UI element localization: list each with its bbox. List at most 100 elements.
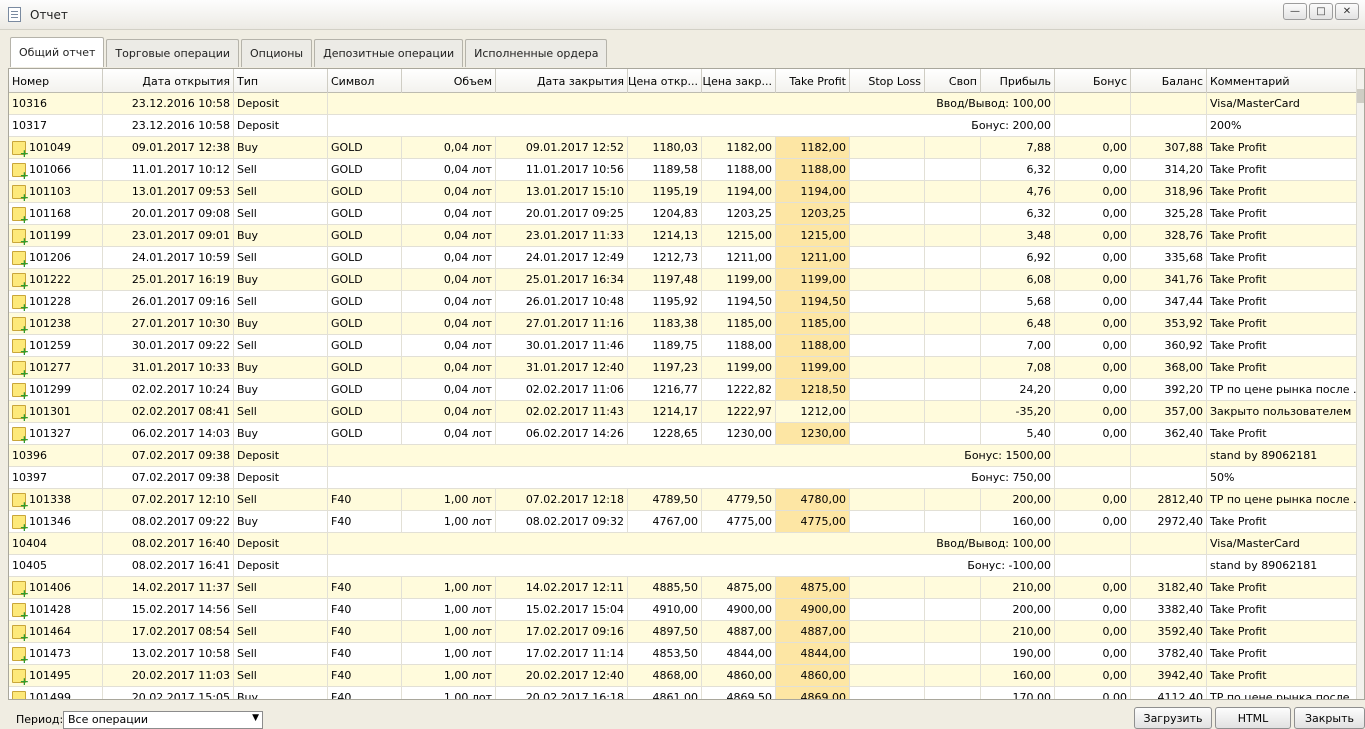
cell-comment: Take Profit [1207, 357, 1358, 378]
col-close-price-header[interactable]: Цена закр... [702, 69, 776, 93]
cell-take-profit: 1188,00 [776, 335, 850, 356]
cell-stop-loss [850, 511, 925, 532]
cell-profit: 4,76 [981, 181, 1055, 202]
col-profit-header[interactable]: Прибыль [981, 69, 1055, 93]
table-row[interactable]: 101327 06.02.2017 14:03BuyGOLD0,04 лот06.… [9, 423, 1358, 445]
cell-balance: 3782,40 [1131, 643, 1207, 664]
col-balance-header[interactable]: Баланс [1131, 69, 1207, 93]
table-row[interactable]: 101464 17.02.2017 08:54SellF401,00 лот17.… [9, 621, 1358, 643]
cell-balance: 392,20 [1131, 379, 1207, 400]
table-row[interactable]: 10396 07.02.2017 09:38 Deposit Бонус: 1500,… [9, 445, 1358, 467]
cell-open-date: 08.02.2017 09:22 [103, 511, 234, 532]
col-take-profit-header[interactable]: Take Profit [776, 69, 850, 93]
cell-stop-loss [850, 335, 925, 356]
order-icon [12, 668, 29, 686]
table-row[interactable]: 101228 26.01.2017 09:16SellGOLD0,04 лот26… [9, 291, 1358, 313]
row-id: 101495 [29, 669, 71, 682]
table-row[interactable]: 101499 20.02.2017 15:05BuyF401,00 лот20.0… [9, 687, 1358, 699]
cell-balance [1131, 93, 1207, 114]
cell-number: 10317 [9, 115, 103, 136]
close-window-button[interactable]: ✕ [1335, 3, 1359, 20]
cell-type: Buy [234, 269, 328, 290]
cell-stop-loss [850, 599, 925, 620]
table-row[interactable]: 101206 24.01.2017 10:59SellGOLD0,04 лот24… [9, 247, 1358, 269]
cell-comment: Take Profit [1207, 511, 1358, 532]
cell-balance: 325,28 [1131, 203, 1207, 224]
col-open-price-header[interactable]: Цена откр... [628, 69, 702, 93]
cell-take-profit: 1218,50 [776, 379, 850, 400]
row-id: 10404 [12, 537, 47, 550]
col-stop-loss-header[interactable]: Stop Loss [850, 69, 925, 93]
table-row[interactable]: 10316 23.12.2016 10:58 Deposit Ввод/Вывод: … [9, 93, 1358, 115]
col-comment-header[interactable]: Комментарий [1207, 69, 1358, 93]
order-icon [12, 360, 29, 378]
cell-symbol: GOLD [328, 313, 402, 334]
cell-balance: 360,92 [1131, 335, 1207, 356]
table-row[interactable]: 101428 15.02.2017 14:56SellF401,00 лот15.… [9, 599, 1358, 621]
cell-balance [1131, 533, 1207, 554]
table-row[interactable]: 101259 30.01.2017 09:22SellGOLD0,04 лот30… [9, 335, 1358, 357]
table-row[interactable]: 101238 27.01.2017 10:30BuyGOLD0,04 лот27.… [9, 313, 1358, 335]
cell-open-price: 1195,19 [628, 181, 702, 202]
cell-balance: 3182,40 [1131, 577, 1207, 598]
cell-type: Sell [234, 335, 328, 356]
cell-close-price: 1194,00 [702, 181, 776, 202]
tab-bar: Общий отчет Торговые операции Опционы Депоз… [10, 37, 608, 67]
tab-options[interactable]: Опционы [241, 39, 313, 67]
table-row[interactable]: 10397 07.02.2017 09:38 Deposit Бонус: 750,0… [9, 467, 1358, 489]
col-type-header[interactable]: Тип [234, 69, 328, 93]
table-row[interactable]: 101103 13.01.2017 09:53SellGOLD0,04 лот13… [9, 181, 1358, 203]
table-row[interactable]: 101346 08.02.2017 09:22BuyF401,00 лот08.0… [9, 511, 1358, 533]
cell-swap [925, 599, 981, 620]
col-number-header[interactable]: Номер [9, 69, 103, 93]
table-row[interactable]: 101222 25.01.2017 16:19BuyGOLD0,04 лот25.… [9, 269, 1358, 291]
col-volume-header[interactable]: Объем [402, 69, 496, 93]
cell-comment: Take Profit [1207, 159, 1358, 180]
vertical-scrollbar[interactable] [1356, 69, 1364, 699]
table-row[interactable]: 101338 07.02.2017 12:10SellF401,00 лот07.… [9, 489, 1358, 511]
col-bonus-header[interactable]: Бонус [1055, 69, 1131, 93]
cell-open-price: 4789,50 [628, 489, 702, 510]
cell-balance [1131, 467, 1207, 488]
table-row[interactable]: 101495 20.02.2017 11:03SellF401,00 лот20.… [9, 665, 1358, 687]
row-id: 10316 [12, 97, 47, 110]
cell-balance: 362,40 [1131, 423, 1207, 444]
tab-trading-operations[interactable]: Торговые операции [106, 39, 239, 67]
table-row[interactable]: 101277 31.01.2017 10:33BuyGOLD0,04 лот31.… [9, 357, 1358, 379]
table-row[interactable]: 10405 08.02.2017 16:41 Deposit Бонус: -100,… [9, 555, 1358, 577]
table-row[interactable]: 101406 14.02.2017 11:37SellF401,00 лот14.… [9, 577, 1358, 599]
col-open-date-header[interactable]: Дата открытия [103, 69, 234, 93]
table-row[interactable]: 101168 20.01.2017 09:08SellGOLD0,04 лот20… [9, 203, 1358, 225]
minimize-button[interactable]: — [1283, 3, 1307, 20]
cell-open-date: 20.01.2017 09:08 [103, 203, 234, 224]
col-close-date-header[interactable]: Дата закрытия [496, 69, 628, 93]
cell-take-profit: 1182,00 [776, 137, 850, 158]
table-row[interactable]: 10404 08.02.2017 16:40 Deposit Ввод/Вывод: … [9, 533, 1358, 555]
cell-type: Buy [234, 137, 328, 158]
table-row[interactable]: 10106611.01.2017 10:12SellGOLD0,04 лот11… [9, 159, 1358, 181]
cell-symbol: F40 [328, 665, 402, 686]
tab-executed-orders[interactable]: Исполненные ордера [465, 39, 608, 67]
cell-number: 10316 [9, 93, 103, 114]
cell-deposit-summary: Бонус: 750,00 [328, 467, 1055, 488]
col-swap-header[interactable]: Своп [925, 69, 981, 93]
table-row[interactable]: 101199 23.01.2017 09:01BuyGOLD0,04 лот23.… [9, 225, 1358, 247]
cell-profit: 160,00 [981, 665, 1055, 686]
tab-general-report[interactable]: Общий отчет [10, 37, 105, 67]
cell-comment: TP по цене рынка после ... [1207, 379, 1358, 400]
order-icon [12, 382, 29, 400]
tab-deposit-operations[interactable]: Депозитные операции [314, 39, 464, 67]
table-row[interactable]: 101473 13.02.2017 10:58SellF401,00 лот17.… [9, 643, 1358, 665]
period-select[interactable]: Все операции ▼ [63, 711, 263, 729]
col-symbol-header[interactable]: Символ [328, 69, 402, 93]
cell-profit: 160,00 [981, 511, 1055, 532]
table-row[interactable]: 10317 23.12.2016 10:58 Deposit Бонус: 200,0… [9, 115, 1358, 137]
table-row[interactable]: 101301 02.02.2017 08:41SellGOLD0,04 лот02… [9, 401, 1358, 423]
table-row[interactable]: 101299 02.02.2017 10:24BuyGOLD0,04 лот02.… [9, 379, 1358, 401]
maximize-button[interactable]: □ [1309, 3, 1333, 20]
cell-balance: 341,76 [1131, 269, 1207, 290]
scrollbar-thumb[interactable] [1357, 89, 1364, 103]
table-row[interactable]: 101049 09.01.2017 12:38BuyGOLD0,04 лот09.… [9, 137, 1358, 159]
cell-profit: 210,00 [981, 621, 1055, 642]
cell-close-price: 1211,00 [702, 247, 776, 268]
